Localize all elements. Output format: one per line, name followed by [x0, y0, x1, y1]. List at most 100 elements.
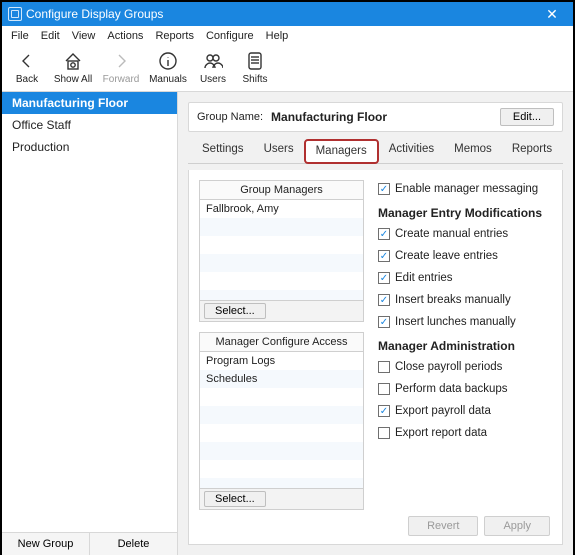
menubar: File Edit View Actions Reports Configure… — [2, 26, 573, 46]
checkbox-label: Edit entries — [395, 272, 453, 284]
menu-edit[interactable]: Edit — [36, 28, 65, 44]
sidebar-item-manufacturing[interactable]: Manufacturing Floor — [2, 92, 177, 114]
right-column: ✓ Enable manager messaging Manager Entry… — [378, 180, 552, 536]
sidebar-footer: New Group Delete — [2, 532, 177, 555]
shifts-icon — [246, 50, 264, 72]
toolbar-forward-label: Forward — [103, 74, 140, 85]
checkbox-label: Insert lunches manually — [395, 316, 516, 328]
back-icon — [18, 50, 36, 72]
tab-managers[interactable]: Managers — [304, 139, 379, 164]
select-managers-button[interactable]: Select... — [204, 303, 266, 319]
tab-activities[interactable]: Activities — [379, 139, 444, 164]
checkbox-label: Close payroll periods — [395, 361, 502, 373]
home-gear-icon — [63, 50, 83, 72]
menu-view[interactable]: View — [67, 28, 101, 44]
tab-memos[interactable]: Memos — [444, 139, 502, 164]
checkbox-label: Export payroll data — [395, 405, 491, 417]
group-managers-list: Group Managers Fallbrook, Amy Select... — [199, 180, 364, 322]
main: Manufacturing Floor Office Staff Product… — [2, 92, 573, 555]
checkbox-icon — [378, 383, 390, 395]
checkbox-icon — [378, 427, 390, 439]
section-admin: Manager Administration — [378, 339, 552, 353]
tab-reports[interactable]: Reports — [502, 139, 562, 164]
panel-footer: Revert Apply — [378, 510, 552, 536]
edit-button[interactable]: Edit... — [500, 108, 554, 126]
checkbox-label: Create leave entries — [395, 250, 498, 262]
left-column: Group Managers Fallbrook, Amy Select... … — [199, 180, 364, 536]
toolbar-back[interactable]: Back — [6, 48, 48, 87]
toolbar-shifts[interactable]: Shifts — [234, 48, 276, 87]
group-managers-body[interactable]: Fallbrook, Amy — [200, 200, 363, 300]
app-icon — [8, 7, 22, 21]
menu-configure[interactable]: Configure — [201, 28, 259, 44]
window-title: Configure Display Groups — [26, 7, 537, 21]
manager-config-access-list: Manager Configure Access Program Logs Sc… — [199, 332, 364, 510]
checkbox-icon: ✓ — [378, 228, 390, 240]
group-header: Group Name: Manufacturing Floor Edit... — [188, 102, 563, 132]
chk-create-leave[interactable]: ✓ Create leave entries — [378, 247, 552, 265]
group-name-label: Group Name: — [197, 111, 263, 123]
checkbox-label: Perform data backups — [395, 383, 508, 395]
apply-button[interactable]: Apply — [484, 516, 550, 536]
toolbar-manuals-label: Manuals — [149, 74, 187, 85]
manager-config-body[interactable]: Program Logs Schedules — [200, 352, 363, 488]
toolbar-users-label: Users — [200, 74, 226, 85]
menu-reports[interactable]: Reports — [150, 28, 199, 44]
chk-edit-entries[interactable]: ✓ Edit entries — [378, 269, 552, 287]
checkbox-icon: ✓ — [378, 250, 390, 262]
checkbox-icon: ✓ — [378, 316, 390, 328]
checkbox-icon: ✓ — [378, 183, 390, 195]
section-entry-mods: Manager Entry Modifications — [378, 206, 552, 220]
sidebar-list: Manufacturing Floor Office Staff Product… — [2, 92, 177, 532]
content: Group Name: Manufacturing Floor Edit... … — [178, 92, 573, 555]
users-icon — [203, 50, 223, 72]
close-icon[interactable]: ✕ — [537, 2, 567, 26]
group-managers-header: Group Managers — [200, 181, 363, 200]
menu-help[interactable]: Help — [261, 28, 294, 44]
checkbox-label: Insert breaks manually — [395, 294, 511, 306]
forward-icon — [112, 50, 130, 72]
tabstrip: Settings Users Managers Activities Memos… — [188, 138, 563, 164]
chk-insert-lunches[interactable]: ✓ Insert lunches manually — [378, 313, 552, 331]
sidebar-item-label: Production — [12, 140, 69, 154]
select-config-button[interactable]: Select... — [204, 491, 266, 507]
checkbox-label: Create manual entries — [395, 228, 508, 240]
menu-file[interactable]: File — [6, 28, 34, 44]
list-item[interactable]: Program Logs — [200, 352, 363, 370]
delete-group-button[interactable]: Delete — [90, 533, 177, 555]
group-name-value: Manufacturing Floor — [271, 110, 387, 124]
toolbar-manuals[interactable]: Manuals — [144, 48, 192, 87]
checkbox-icon: ✓ — [378, 405, 390, 417]
menu-actions[interactable]: Actions — [102, 28, 148, 44]
toolbar-forward: Forward — [98, 48, 144, 87]
toolbar-shifts-label: Shifts — [242, 74, 267, 85]
enable-messaging-checkbox[interactable]: ✓ Enable manager messaging — [378, 180, 552, 198]
new-group-button[interactable]: New Group — [2, 533, 90, 555]
checkbox-icon — [378, 361, 390, 373]
chk-create-manual[interactable]: ✓ Create manual entries — [378, 225, 552, 243]
tab-users[interactable]: Users — [254, 139, 304, 164]
chk-perform-backups[interactable]: Perform data backups — [378, 380, 552, 398]
tab-settings[interactable]: Settings — [192, 139, 254, 164]
toolbar-showall-label: Show All — [54, 74, 92, 85]
chk-export-report[interactable]: Export report data — [378, 424, 552, 442]
revert-button[interactable]: Revert — [408, 516, 478, 536]
checkbox-label: Export report data — [395, 427, 487, 439]
titlebar: Configure Display Groups ✕ — [2, 2, 573, 26]
sidebar-item-production[interactable]: Production — [2, 136, 177, 158]
sidebar-item-office[interactable]: Office Staff — [2, 114, 177, 136]
chk-close-payroll[interactable]: Close payroll periods — [378, 358, 552, 376]
chk-export-payroll[interactable]: ✓ Export payroll data — [378, 402, 552, 420]
checkbox-label: Enable manager messaging — [395, 183, 538, 195]
toolbar-back-label: Back — [16, 74, 38, 85]
toolbar-users[interactable]: Users — [192, 48, 234, 87]
info-icon — [158, 50, 178, 72]
manager-config-header: Manager Configure Access — [200, 333, 363, 352]
managers-panel: Group Managers Fallbrook, Amy Select... … — [188, 170, 563, 545]
checkbox-icon: ✓ — [378, 272, 390, 284]
chk-insert-breaks[interactable]: ✓ Insert breaks manually — [378, 291, 552, 309]
checkbox-icon: ✓ — [378, 294, 390, 306]
toolbar-show-all[interactable]: Show All — [48, 48, 98, 87]
list-item[interactable]: Fallbrook, Amy — [200, 200, 363, 218]
list-item[interactable]: Schedules — [200, 370, 363, 388]
